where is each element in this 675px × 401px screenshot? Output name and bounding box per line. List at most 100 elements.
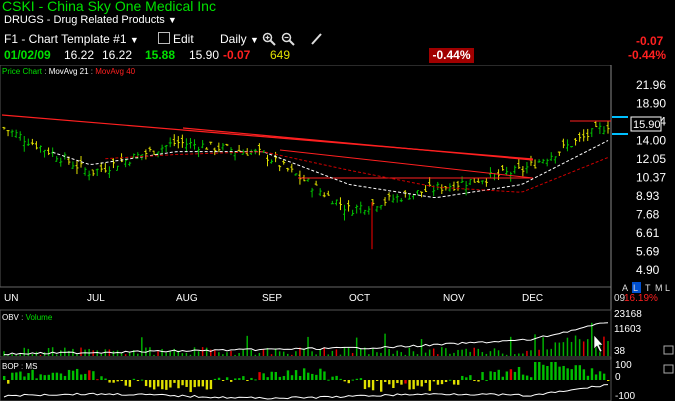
- y-tick-label: 12.05: [636, 152, 666, 166]
- legend-separator: :: [19, 362, 26, 371]
- bop-bar: [379, 380, 383, 392]
- bop-bar: [173, 380, 176, 383]
- x-tick-label: JUL: [87, 293, 105, 304]
- bop-bar: [481, 372, 484, 380]
- bop-bar: [63, 375, 67, 380]
- bop-bar: [258, 372, 261, 380]
- price-legend: Price Chart : MovAvg 21 : MovAvg 40: [2, 67, 136, 76]
- bop-bar: [217, 377, 221, 380]
- bop-bar: [23, 376, 26, 380]
- bop-bar: [51, 372, 55, 380]
- panel-collapse-icon[interactable]: [663, 345, 674, 355]
- quote-close: 15.90: [189, 48, 220, 62]
- bop-bar: [521, 374, 525, 380]
- bop-bar: [315, 374, 318, 380]
- bop-bar: [509, 369, 513, 380]
- bop-bar: [132, 378, 136, 380]
- bop-bar: [185, 380, 188, 387]
- bop-bar: [578, 365, 582, 380]
- obv-label: OBV: [2, 313, 20, 322]
- scale-toggle-letter[interactable]: L: [633, 283, 638, 293]
- bop-bar: [112, 380, 115, 383]
- chart-canvas[interactable]: Price Chart : MovAvg 21 : MovAvg 40 21.9…: [0, 65, 675, 401]
- bop-bar: [75, 368, 79, 380]
- bop-bar: [7, 380, 10, 384]
- scale-toggle-letters[interactable]: ALTML: [622, 282, 670, 293]
- edit-label: Edit: [173, 32, 194, 46]
- bop-bar: [213, 378, 217, 380]
- zoom-out-icon[interactable]: [281, 32, 295, 49]
- bop-bar: [558, 366, 561, 380]
- bop-bar: [331, 376, 334, 380]
- bop-bar: [177, 380, 180, 389]
- x-tick-label: AUG: [176, 293, 198, 304]
- bop-bar: [270, 371, 273, 380]
- bop-bar: [416, 380, 419, 386]
- bop-bar: [104, 378, 107, 380]
- bop-bar: [100, 376, 103, 380]
- y-tick-label: 4.90: [636, 263, 660, 277]
- bop-bar: [424, 380, 427, 383]
- bop-bar: [363, 380, 367, 390]
- bop-sub-label: MS: [25, 362, 37, 371]
- bop-bar: [384, 380, 387, 383]
- zoom-in-icon[interactable]: [262, 32, 276, 49]
- obv-y-tick: 11603: [614, 324, 642, 335]
- bop-bar: [347, 380, 350, 384]
- bop-bar: [444, 380, 448, 382]
- quote-change: -0.07: [223, 48, 251, 62]
- panel-collapse-icon[interactable]: [663, 364, 674, 374]
- bop-bar: [485, 379, 488, 381]
- bop-bar: [307, 372, 310, 380]
- bop-bar: [448, 379, 452, 381]
- pencil-icon[interactable]: [310, 32, 324, 49]
- bop-bar: [205, 380, 209, 390]
- scale-toggle-letter[interactable]: T: [645, 283, 651, 293]
- bop-bar: [335, 375, 338, 380]
- period-dropdown[interactable]: Daily ▼: [220, 32, 259, 46]
- bop-bar: [225, 377, 229, 380]
- bop-bar: [562, 365, 565, 380]
- industry-group-label: DRUGS - Drug Related Products: [4, 14, 165, 26]
- bop-bar: [136, 380, 140, 382]
- bop-bar: [513, 371, 517, 380]
- bop-bar: [554, 362, 557, 380]
- bop-bar: [517, 366, 521, 380]
- chevron-down-icon: ▼: [129, 35, 139, 45]
- bop-bar: [440, 380, 444, 385]
- bop-bar: [489, 371, 492, 380]
- bop-bar: [607, 380, 610, 381]
- bop-bar: [116, 380, 119, 382]
- scale-toggle-letter[interactable]: A: [622, 283, 628, 293]
- chevron-down-icon: ▼: [167, 15, 177, 25]
- bop-bar: [108, 380, 111, 383]
- bop-bar: [11, 372, 14, 380]
- layout-dropdown[interactable]: F1 - Chart Template #1 ▼: [4, 32, 139, 46]
- quote-volume: 649: [270, 48, 291, 62]
- y-tick-label: 6.61: [636, 226, 660, 240]
- bop-bar: [140, 379, 144, 381]
- bop-bar: [71, 370, 75, 380]
- bop-bar: [35, 378, 38, 380]
- bop-bar: [542, 364, 545, 380]
- bop-bar: [144, 380, 148, 387]
- bop-y-tick: 0: [615, 372, 621, 383]
- obv-sub-label: Volume: [26, 313, 53, 322]
- edit-button[interactable]: Edit: [158, 32, 194, 46]
- change-pct-box: -0.44%: [429, 48, 474, 63]
- bop-bar: [388, 380, 391, 385]
- y-tick-label: 14.00: [636, 134, 666, 148]
- bop-bar: [436, 380, 440, 385]
- price-y-axis-labels: 21.9618.9016.3414.0012.0510.378.937.686.…: [636, 78, 666, 277]
- bop-bar: [298, 376, 302, 380]
- scale-toggle-letter[interactable]: L: [665, 283, 670, 293]
- bop-bar: [47, 374, 50, 380]
- scale-toggle-letter[interactable]: M: [655, 283, 663, 293]
- y-tick-label: 10.37: [636, 171, 666, 185]
- y-tick-label: 8.93: [636, 189, 660, 203]
- bop-bar: [408, 380, 411, 390]
- bop-bar: [469, 375, 472, 380]
- bop-bar: [234, 378, 237, 380]
- bop-y-axis-labels: 1000 -100: [615, 360, 635, 401]
- industry-group-dropdown[interactable]: DRUGS - Drug Related Products ▼: [4, 14, 177, 26]
